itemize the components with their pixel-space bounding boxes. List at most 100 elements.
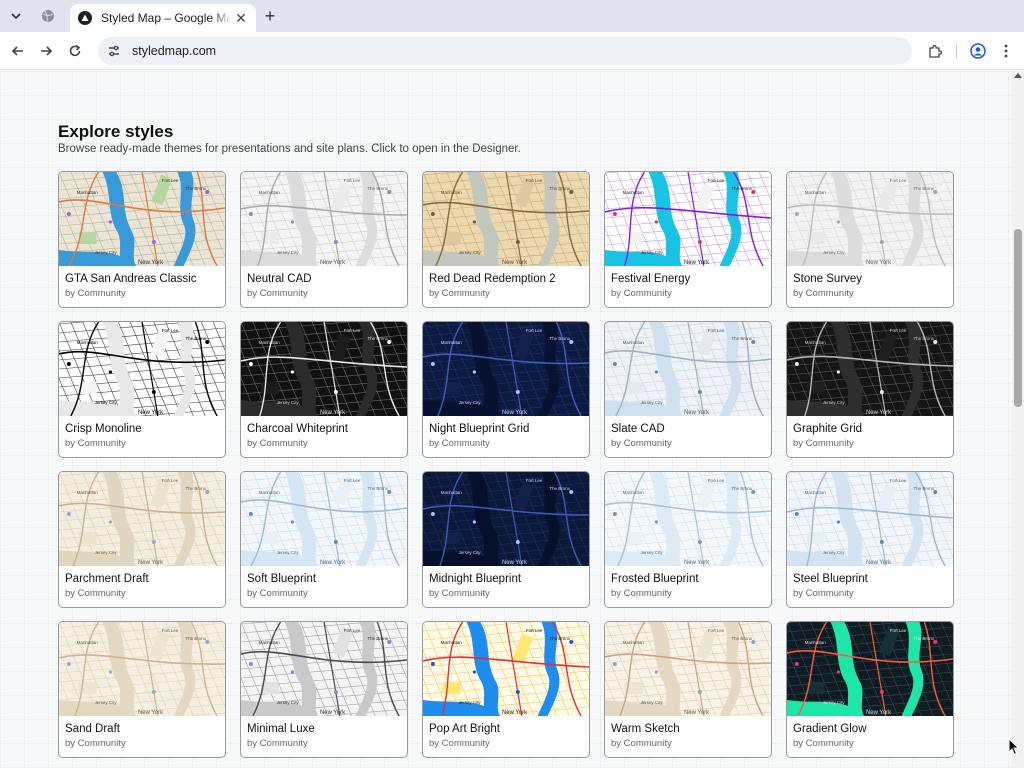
style-card[interactable]: Fort Lee The Bronx Manhattan Jersey City New… <box>604 621 772 758</box>
map-label: Fort Lee <box>890 178 907 183</box>
style-thumbnail-map[interactable]: Fort Lee The Bronx Manhattan Jersey City New… <box>605 322 771 416</box>
style-thumbnail-map[interactable]: Fort Lee The Bronx Manhattan Jersey City New… <box>423 172 589 266</box>
forward-button[interactable] <box>35 40 57 62</box>
map-label: Manhattan <box>441 640 463 645</box>
map-label: The Bronx <box>549 336 570 341</box>
style-card[interactable]: Fort Lee The Bronx Manhattan Jersey City New… <box>58 621 226 758</box>
style-card[interactable]: Fort Lee The Bronx Manhattan Jersey City New… <box>58 321 226 458</box>
style-name: Parchment Draft <box>65 573 149 585</box>
map-label: The Bronx <box>549 636 570 641</box>
tab-inactive[interactable] <box>36 5 60 27</box>
reload-icon <box>69 44 81 57</box>
style-author: by Community <box>65 438 126 449</box>
new-tab-button[interactable]: + <box>260 6 280 26</box>
map-label: New York <box>138 260 163 266</box>
style-thumbnail-map[interactable]: Fort Lee The Bronx Manhattan Jersey City New… <box>605 622 771 716</box>
map-label: New York <box>684 260 709 266</box>
style-card[interactable]: Fort Lee The Bronx Manhattan Jersey City New… <box>604 171 772 308</box>
map-label: Fort Lee <box>344 478 361 483</box>
style-card[interactable]: Fort Lee The Bronx Manhattan Jersey City New… <box>604 321 772 458</box>
style-name: Steel Blueprint <box>793 573 868 585</box>
map-label: Jersey City <box>459 550 482 555</box>
map-label: New York <box>502 710 527 716</box>
style-thumbnail-map[interactable]: Fort Lee The Bronx Manhattan Jersey City New… <box>241 472 407 566</box>
style-thumbnail-map[interactable]: Fort Lee The Bronx Manhattan Jersey City New… <box>605 472 771 566</box>
map-label: The Bronx <box>185 636 206 641</box>
style-thumbnail-map[interactable]: Fort Lee The Bronx Manhattan Jersey City New… <box>423 622 589 716</box>
map-label: Jersey City <box>277 400 300 405</box>
style-card[interactable]: Fort Lee The Bronx Manhattan Jersey City New… <box>422 471 590 608</box>
close-tab-icon[interactable]: ✕ <box>232 9 250 27</box>
style-card[interactable]: Fort Lee The Bronx Manhattan Jersey City New… <box>786 621 954 758</box>
style-thumbnail-map[interactable]: Fort Lee The Bronx Manhattan Jersey City New… <box>605 172 771 266</box>
map-label: New York <box>138 410 163 416</box>
map-label: Fort Lee <box>344 628 361 633</box>
style-card[interactable]: Fort Lee The Bronx Manhattan Jersey City New… <box>240 621 408 758</box>
style-thumbnail-map[interactable]: Fort Lee The Bronx Manhattan Jersey City New… <box>423 472 589 566</box>
map-label: Manhattan <box>623 340 645 345</box>
style-card[interactable]: Fort Lee The Bronx Manhattan Jersey City New… <box>58 171 226 308</box>
back-button[interactable] <box>7 40 29 62</box>
map-label: The Bronx <box>185 186 206 191</box>
style-thumbnail-map[interactable]: Fort Lee The Bronx Manhattan Jersey City New… <box>423 322 589 416</box>
style-card[interactable]: Fort Lee The Bronx Manhattan Jersey City New… <box>240 321 408 458</box>
style-author: by Community <box>429 588 490 599</box>
map-label: The Bronx <box>731 636 752 641</box>
map-label: New York <box>866 260 891 266</box>
map-label: Jersey City <box>641 250 664 255</box>
style-card[interactable]: Fort Lee The Bronx Manhattan Jersey City New… <box>422 171 590 308</box>
style-card[interactable]: Fort Lee The Bronx Manhattan Jersey City New… <box>58 471 226 608</box>
style-card[interactable]: Fort Lee The Bronx Manhattan Jersey City New… <box>240 171 408 308</box>
map-label: Fort Lee <box>890 328 907 333</box>
style-card[interactable]: Fort Lee The Bronx Manhattan Jersey City New… <box>786 171 954 308</box>
map-label: Fort Lee <box>708 328 725 333</box>
map-label: Fort Lee <box>890 478 907 483</box>
style-card[interactable]: Fort Lee The Bronx Manhattan Jersey City New… <box>240 471 408 608</box>
map-label: Manhattan <box>77 640 99 645</box>
style-thumbnail-map[interactable]: Fort Lee The Bronx Manhattan Jersey City New… <box>59 322 225 416</box>
style-thumbnail-map[interactable]: Fort Lee The Bronx Manhattan Jersey City New… <box>241 322 407 416</box>
style-author: by Community <box>793 438 854 449</box>
style-card[interactable]: Fort Lee The Bronx Manhattan Jersey City New… <box>422 621 590 758</box>
style-name: Graphite Grid <box>793 423 863 435</box>
style-card[interactable]: Fort Lee The Bronx Manhattan Jersey City New… <box>604 471 772 608</box>
map-label: Manhattan <box>805 190 827 195</box>
style-thumbnail-map[interactable]: Fort Lee The Bronx Manhattan Jersey City New… <box>59 172 225 266</box>
map-label: Jersey City <box>277 550 300 555</box>
style-thumbnail-map[interactable]: Fort Lee The Bronx Manhattan Jersey City New… <box>241 172 407 266</box>
scroll-thumb[interactable] <box>1014 229 1022 407</box>
style-card[interactable]: Fort Lee The Bronx Manhattan Jersey City New… <box>786 471 954 608</box>
extensions-button[interactable] <box>925 41 945 61</box>
page-scrollbar[interactable] <box>1012 71 1024 768</box>
menu-button[interactable] <box>996 41 1016 61</box>
tab-styled-map[interactable]: Styled Map – Google Maps Style ✕ <box>70 4 256 32</box>
style-thumbnail-map[interactable]: Fort Lee The Bronx Manhattan Jersey City New… <box>241 622 407 716</box>
map-label: The Bronx <box>185 486 206 491</box>
style-thumbnail-map[interactable]: Fort Lee The Bronx Manhattan Jersey City New… <box>787 472 953 566</box>
style-card[interactable]: Fort Lee The Bronx Manhattan Jersey City New… <box>786 321 954 458</box>
style-author: by Community <box>65 588 126 599</box>
page-viewport: Explore styles Browse ready-made themes … <box>0 71 1012 768</box>
style-name: Charcoal Whiteprint <box>247 423 348 435</box>
style-name: Midnight Blueprint <box>429 573 522 585</box>
address-bar[interactable]: styledmap.com <box>98 37 912 65</box>
style-thumbnail-map[interactable]: Fort Lee The Bronx Manhattan Jersey City New… <box>787 622 953 716</box>
map-label: Manhattan <box>77 340 99 345</box>
profile-button[interactable] <box>968 41 988 61</box>
style-name: Gradient Glow <box>793 723 867 735</box>
map-label: The Bronx <box>367 636 388 641</box>
site-info-icon[interactable] <box>106 43 122 59</box>
style-thumbnail-map[interactable]: Fort Lee The Bronx Manhattan Jersey City New… <box>59 622 225 716</box>
map-label: Fort Lee <box>162 628 179 633</box>
style-card[interactable]: Fort Lee The Bronx Manhattan Jersey City New… <box>422 321 590 458</box>
reload-button[interactable] <box>64 40 86 62</box>
globe-icon <box>42 10 54 23</box>
map-label: The Bronx <box>913 336 934 341</box>
profile-icon <box>970 43 986 59</box>
arrow-right-icon <box>41 46 53 56</box>
tab-search-button[interactable] <box>6 6 26 26</box>
style-thumbnail-map[interactable]: Fort Lee The Bronx Manhattan Jersey City New… <box>787 172 953 266</box>
style-thumbnail-map[interactable]: Fort Lee The Bronx Manhattan Jersey City New… <box>59 472 225 566</box>
scroll-up-arrow-icon[interactable] <box>1014 73 1022 78</box>
style-thumbnail-map[interactable]: Fort Lee The Bronx Manhattan Jersey City New… <box>787 322 953 416</box>
